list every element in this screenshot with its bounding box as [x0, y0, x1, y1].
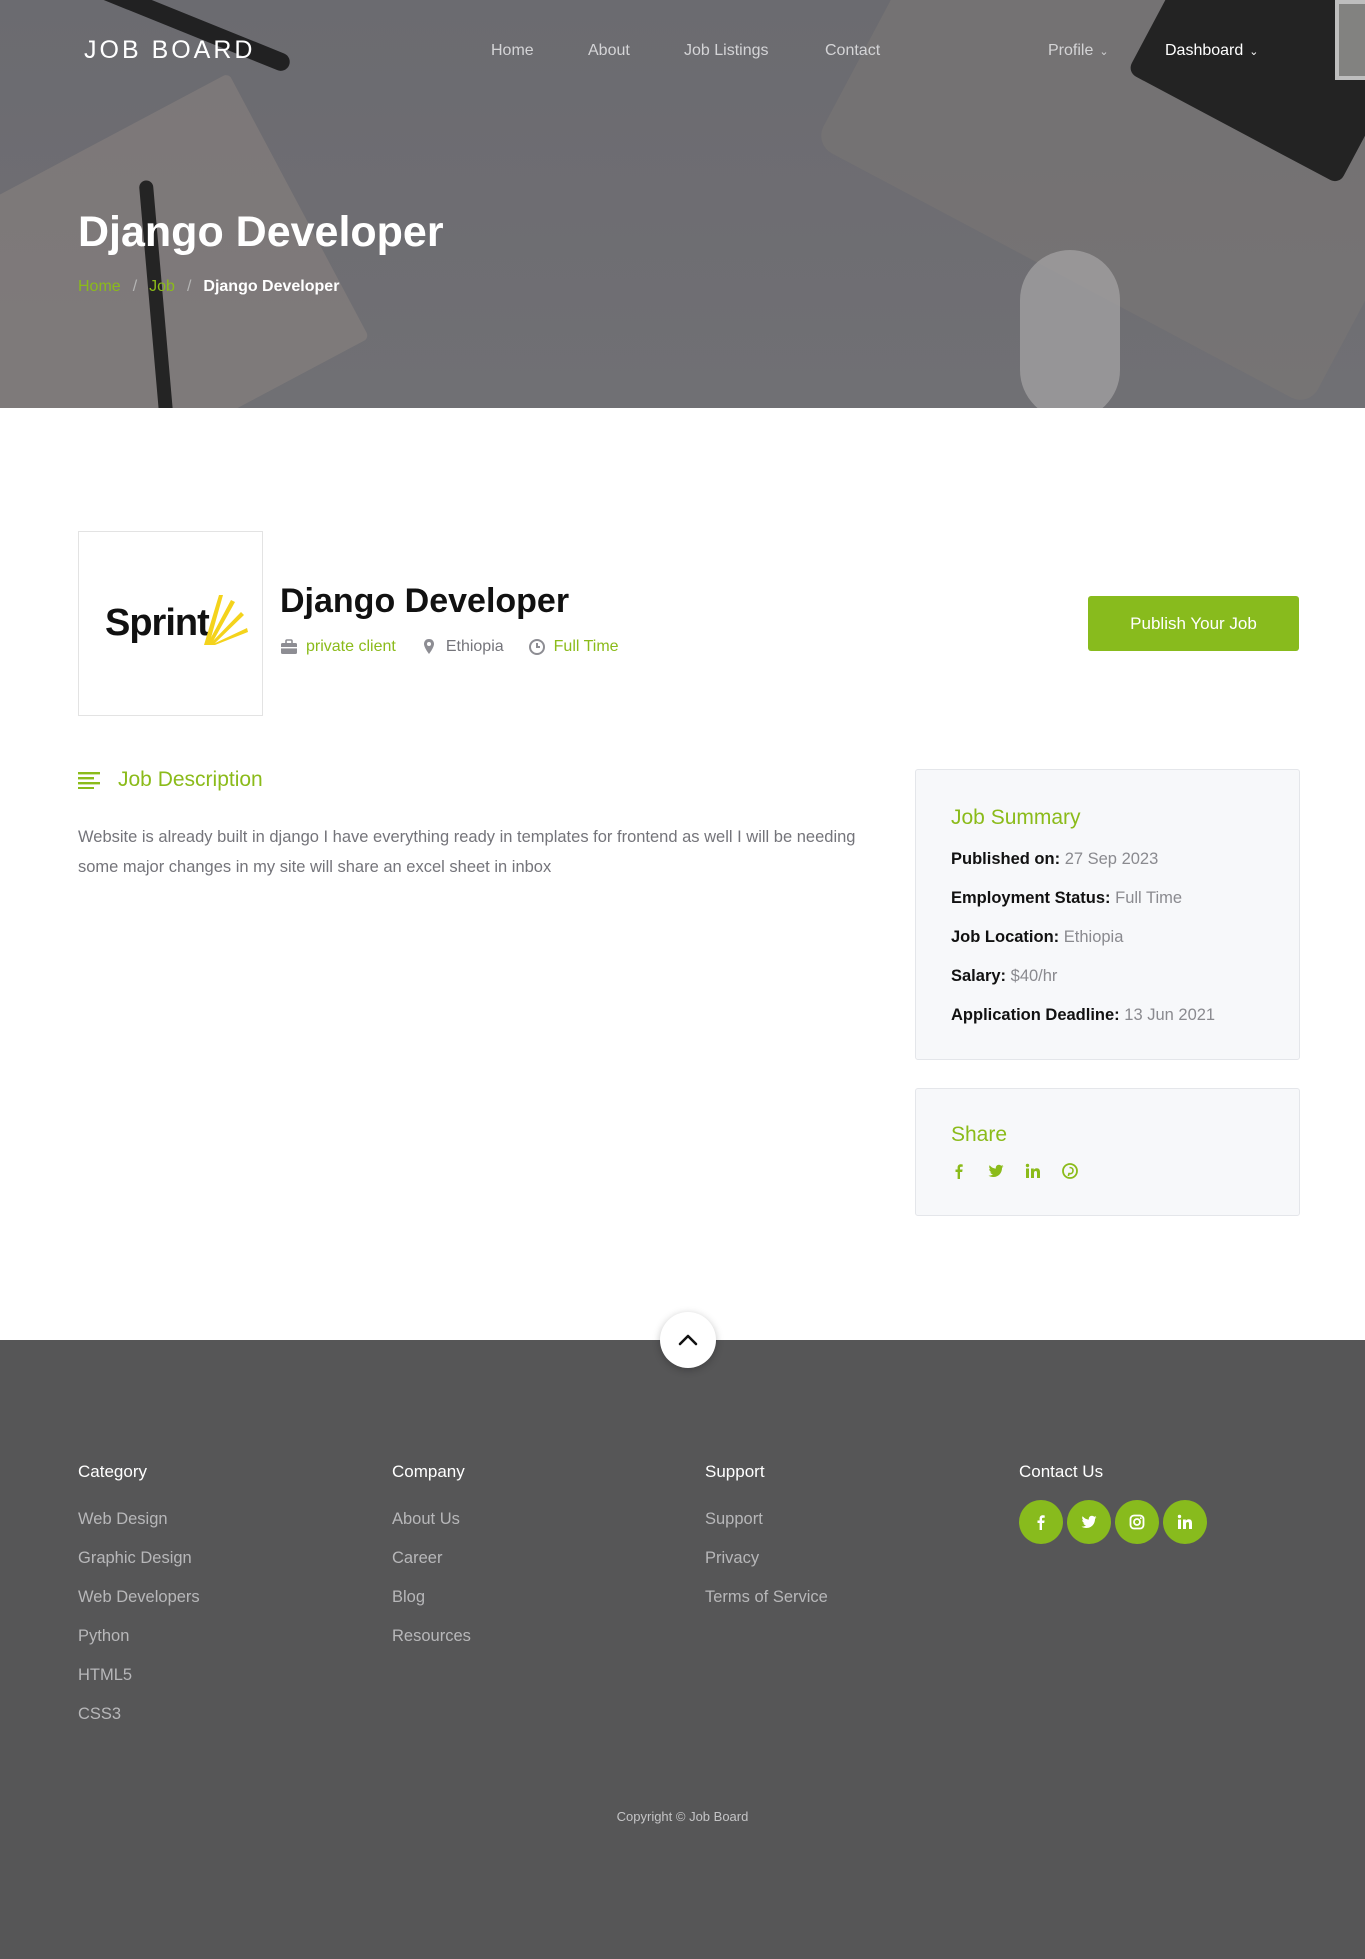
footer-link[interactable]: Privacy — [705, 1539, 828, 1578]
summary-row-deadline: Application Deadline: 13 Jun 2021 — [951, 996, 1299, 1035]
linkedin-icon[interactable] — [1163, 1500, 1207, 1544]
breadcrumb-separator: / — [132, 278, 138, 295]
copyright-text: Copyright © Job Board — [616, 1809, 749, 1824]
nav-dashboard-dropdown[interactable]: Dashboard ⌄ — [1165, 42, 1259, 60]
footer-column-heading: Category — [78, 1462, 147, 1481]
sprint-fan-icon — [204, 595, 248, 645]
nav-home-link[interactable]: Home — [491, 42, 534, 60]
job-company: private client — [280, 638, 396, 656]
summary-value: 13 Jun 2021 — [1124, 1006, 1216, 1024]
job-description-heading: Job Description — [78, 768, 263, 792]
summary-value: Ethiopia — [1063, 928, 1124, 946]
chevron-down-icon: ⌄ — [1099, 46, 1109, 58]
briefcase-icon — [281, 639, 297, 654]
footer-link[interactable]: Blog — [392, 1578, 471, 1617]
nav-job-listings-link[interactable]: Job Listings — [684, 42, 769, 60]
dashboard-label: Dashboard — [1165, 42, 1244, 59]
publish-job-button[interactable]: Publish Your Job — [1088, 596, 1299, 651]
map-pin-icon — [423, 639, 434, 654]
summary-value: Full Time — [1115, 889, 1183, 907]
chevron-down-icon: ⌄ — [1249, 46, 1259, 58]
summary-row-location: Job Location: Ethiopia — [951, 918, 1299, 957]
description-heading-text: Job Description — [118, 768, 263, 791]
job-summary-card: Job Summary Published on: 27 Sep 2023 Em… — [915, 769, 1300, 1060]
company-logo: Sprint — [78, 531, 263, 716]
footer-link[interactable]: Career — [392, 1539, 471, 1578]
site-footer: Category Web Design Graphic Design Web D… — [0, 1340, 1365, 1959]
job-type-text: Full Time — [553, 638, 619, 655]
breadcrumb-job-link[interactable]: Job — [149, 278, 175, 295]
summary-row-salary: Salary: $40/hr — [951, 957, 1299, 996]
job-location: Ethiopia — [420, 638, 504, 656]
footer-column-support: Support Support Privacy Terms of Service — [705, 1462, 828, 1617]
instagram-icon[interactable] — [1115, 1500, 1159, 1544]
summary-label: Employment Status: — [951, 889, 1111, 907]
job-type: Full Time — [528, 638, 619, 656]
back-to-top-button[interactable] — [660, 1312, 716, 1368]
breadcrumb-current: Django Developer — [203, 278, 340, 295]
job-summary-list: Published on: 27 Sep 2023 Employment Sta… — [916, 840, 1299, 1035]
company-logo-text: Sprint — [105, 602, 210, 644]
breadcrumb-home-link[interactable]: Home — [78, 278, 121, 295]
footer-column-contact: Contact Us — [1019, 1462, 1211, 1544]
summary-row-published: Published on: 27 Sep 2023 — [951, 840, 1299, 879]
summary-label: Application Deadline: — [951, 1006, 1120, 1024]
job-description-text: Website is already built in django I hav… — [78, 828, 856, 876]
footer-link[interactable]: Web Design — [78, 1500, 200, 1539]
footer-link[interactable]: Resources — [392, 1617, 471, 1656]
job-summary-heading: Job Summary — [951, 806, 1081, 829]
summary-label: Job Location: — [951, 928, 1060, 946]
breadcrumb-separator: / — [186, 278, 192, 295]
summary-label: Salary: — [951, 967, 1007, 985]
site-logo[interactable]: JOB BOARD — [84, 36, 255, 65]
chevron-up-icon — [678, 1334, 698, 1346]
footer-column-heading: Contact Us — [1019, 1462, 1104, 1481]
twitter-icon[interactable] — [988, 1163, 1004, 1179]
footer-link[interactable]: CSS3 — [78, 1695, 200, 1734]
summary-value: $40/hr — [1010, 967, 1058, 985]
footer-link[interactable]: HTML5 — [78, 1656, 200, 1695]
nav-contact-link[interactable]: Contact — [825, 42, 880, 60]
footer-link[interactable]: Python — [78, 1617, 200, 1656]
summary-row-employment-status: Employment Status: Full Time — [951, 879, 1299, 918]
footer-link[interactable]: Terms of Service — [705, 1578, 828, 1617]
share-heading: Share — [951, 1123, 1008, 1146]
footer-social-icons — [1019, 1500, 1211, 1544]
summary-label: Published on: — [951, 850, 1061, 868]
job-title: Django Developer — [280, 582, 570, 620]
footer-column-heading: Company — [392, 1462, 465, 1481]
location-text: Ethiopia — [445, 638, 504, 655]
footer-column-heading: Support — [705, 1462, 765, 1481]
footer-column-company: Company About Us Career Blog Resources — [392, 1462, 471, 1656]
nav-profile-dropdown[interactable]: Profile ⌄ — [1048, 42, 1109, 60]
footer-link[interactable]: About Us — [392, 1500, 471, 1539]
page-title: Django Developer — [78, 208, 444, 256]
job-meta: private client Ethiopia Full Time — [280, 638, 643, 656]
footer-column-category: Category Web Design Graphic Design Web D… — [78, 1462, 200, 1734]
footer-link[interactable]: Graphic Design — [78, 1539, 200, 1578]
mouse-image — [1020, 250, 1120, 408]
share-icons — [951, 1163, 1299, 1179]
summary-value: 27 Sep 2023 — [1064, 850, 1159, 868]
company-link[interactable]: private client — [306, 638, 396, 656]
twitter-icon[interactable] — [1067, 1500, 1111, 1544]
pinterest-icon[interactable] — [1062, 1163, 1078, 1179]
align-left-icon — [78, 772, 100, 789]
footer-link[interactable]: Web Developers — [78, 1578, 200, 1617]
footer-link[interactable]: Support — [705, 1500, 828, 1539]
top-navbar: JOB BOARD Home About Job Listings Contac… — [0, 0, 1365, 104]
linkedin-icon[interactable] — [1025, 1163, 1041, 1179]
facebook-icon[interactable] — [1019, 1500, 1063, 1544]
profile-label: Profile — [1048, 42, 1094, 59]
facebook-icon[interactable] — [951, 1163, 967, 1179]
nav-about-link[interactable]: About — [588, 42, 630, 60]
share-card: Share — [915, 1088, 1300, 1216]
clock-icon — [528, 639, 545, 655]
breadcrumb: Home / Job / Django Developer — [78, 278, 339, 296]
